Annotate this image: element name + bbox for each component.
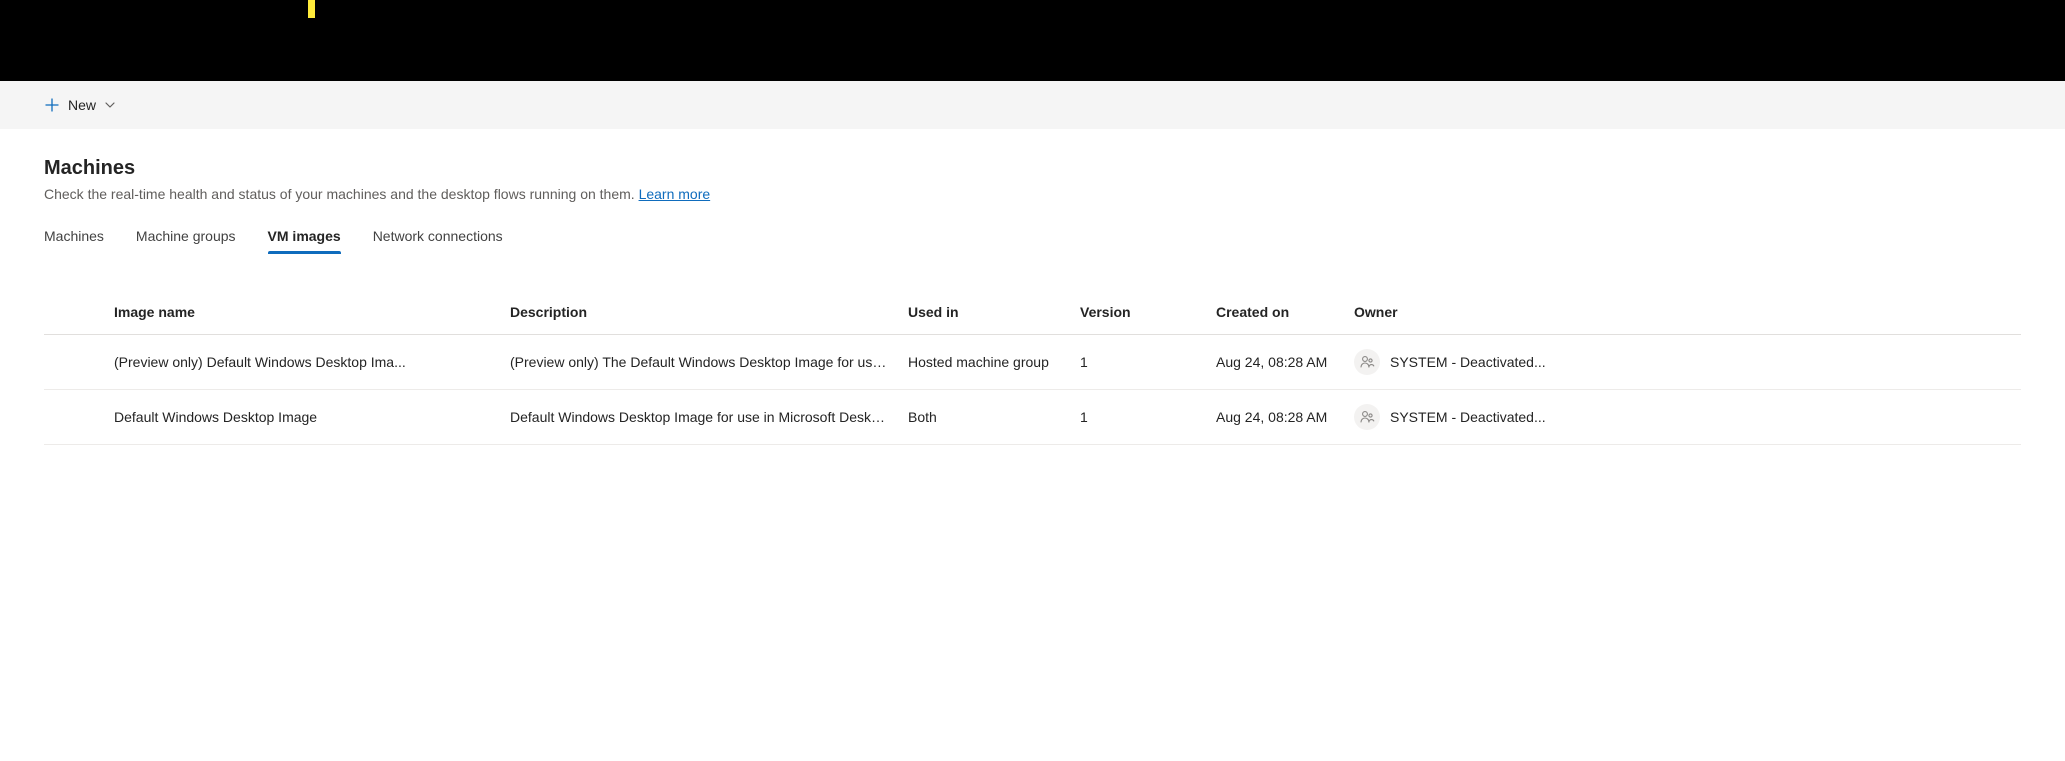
cell-created-on: Aug 24, 08:28 AM [1206, 390, 1344, 445]
person-icon [1354, 404, 1380, 430]
cell-created-on: Aug 24, 08:28 AM [1206, 335, 1344, 390]
cell-used-in: Hosted machine group [898, 335, 1070, 390]
cell-image-name[interactable]: Default Windows Desktop Image [104, 390, 500, 445]
plus-icon [44, 97, 60, 113]
column-header-image-name[interactable]: Image name [104, 290, 500, 335]
tab-machine-groups[interactable]: Machine groups [136, 220, 236, 254]
table-row[interactable]: (Preview only) Default Windows Desktop I… [44, 335, 2021, 390]
cell-version: 1 [1070, 390, 1206, 445]
cell-description: Default Windows Desktop Image for use in… [500, 390, 898, 445]
table-header-row: Image name Description Used in Version C… [44, 290, 2021, 335]
table-row[interactable]: Default Windows Desktop Image Default Wi… [44, 390, 2021, 445]
page-title: Machines [44, 157, 2021, 180]
tab-vm-images[interactable]: VM images [268, 220, 341, 254]
command-bar: New [0, 81, 2065, 129]
row-select-cell[interactable] [44, 335, 104, 390]
column-header-used-in[interactable]: Used in [898, 290, 1070, 335]
column-header-created-on[interactable]: Created on [1206, 290, 1344, 335]
page-content: Machines Check the real-time health and … [0, 129, 2065, 445]
tab-bar: Machines Machine groups VM images Networ… [44, 220, 2021, 254]
column-header-select [44, 290, 104, 335]
cell-version: 1 [1070, 335, 1206, 390]
chevron-down-icon [104, 99, 116, 111]
vm-images-table: Image name Description Used in Version C… [44, 290, 2021, 445]
cell-owner-text: SYSTEM - Deactivated... [1390, 354, 1546, 370]
column-header-owner[interactable]: Owner [1344, 290, 2021, 335]
cell-owner: SYSTEM - Deactivated... [1344, 390, 2021, 445]
row-select-cell[interactable] [44, 390, 104, 445]
cell-owner-text: SYSTEM - Deactivated... [1390, 409, 1546, 425]
cell-image-name[interactable]: (Preview only) Default Windows Desktop I… [104, 335, 500, 390]
learn-more-link[interactable]: Learn more [639, 186, 711, 202]
column-header-description[interactable]: Description [500, 290, 898, 335]
person-icon [1354, 349, 1380, 375]
tab-machines[interactable]: Machines [44, 220, 104, 254]
tab-network-connections[interactable]: Network connections [373, 220, 503, 254]
new-button-label: New [68, 97, 96, 113]
top-app-bar [0, 0, 2065, 81]
cell-used-in: Both [898, 390, 1070, 445]
column-header-version[interactable]: Version [1070, 290, 1206, 335]
page-description: Check the real-time health and status of… [44, 186, 2021, 202]
top-bar-accent [308, 0, 315, 18]
cell-description: (Preview only) The Default Windows Deskt… [500, 335, 898, 390]
cell-owner: SYSTEM - Deactivated... [1344, 335, 2021, 390]
page-description-text: Check the real-time health and status of… [44, 186, 639, 202]
new-button[interactable]: New [40, 91, 120, 119]
